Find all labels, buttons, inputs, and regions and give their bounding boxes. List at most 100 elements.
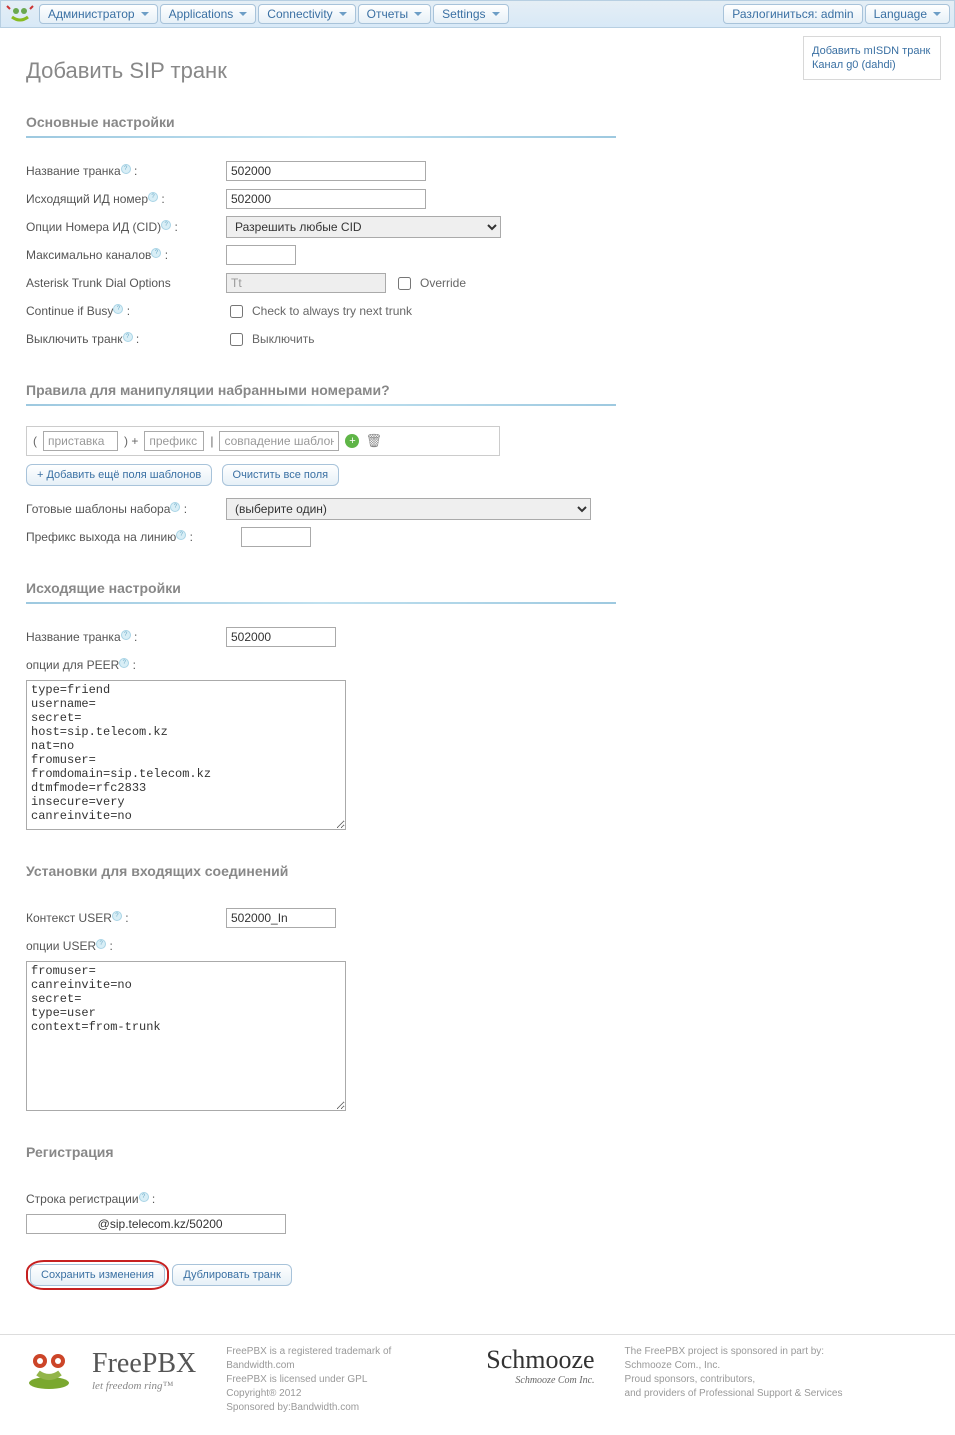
label-reg-string: Строка регистрации? : [26,1192,226,1206]
disable-trunk-checkbox[interactable] [230,333,243,346]
menu-connectivity-label: Connectivity [267,7,332,21]
menu-reports-label: Отчеты [367,7,408,21]
footer-brand-name: FreePBX [92,1348,196,1379]
footer-right-text: The FreePBX project is sponsored in part… [625,1345,843,1401]
delete-row-icon[interactable]: 🗑 [365,433,382,449]
help-icon[interactable]: ? [123,332,133,342]
caret-down-icon [492,12,500,16]
label-max-channels: Максимально каналов? : [26,248,226,262]
footer-brand-freepbx: FreePBX let freedom ring™ [14,1345,196,1394]
menu-reports[interactable]: Отчеты [358,4,431,24]
ready-templates-select[interactable]: (выберите один) [226,498,591,520]
footer-brand-schmooze: Schmooze Schmooze Com Inc. [486,1345,594,1386]
label-user-options: опции USER? : [26,939,226,953]
help-icon[interactable]: ? [119,658,129,668]
divider [26,404,616,406]
menu-connectivity[interactable]: Connectivity [258,4,355,24]
sidebar-link-misdn[interactable]: Добавить mISDN транк [812,45,932,57]
dial-prepend-input[interactable] [43,431,118,451]
label-cid-options: Опции Номера ИД (CID)? : [26,220,226,234]
section-outgoing-heading: Исходящие настройки [26,580,616,596]
override-checkbox[interactable] [398,277,411,290]
cid-options-select[interactable]: Разрешить любые CID [226,216,501,238]
caret-down-icon [141,12,149,16]
user-details-textarea[interactable]: fromuser= canreinvite=no secret= type=us… [26,961,346,1111]
clear-patterns-button[interactable]: Очистить все поля [222,464,340,486]
trunk-name-input[interactable] [226,161,426,181]
sidebar-links: Добавить mISDN транк Канал g0 (dahdi) [803,36,941,80]
add-row-icon[interactable]: + [345,434,359,448]
pipe: | [210,434,213,448]
dial-match-input[interactable] [219,431,339,451]
user-context-input[interactable] [226,908,336,928]
label-dial-options: Asterisk Trunk Dial Options [26,276,226,290]
reg-string-input[interactable] [26,1214,286,1234]
label-outgoing-cid: Исходящий ИД номер? : [26,192,226,206]
divider [26,602,616,604]
help-icon[interactable]: ? [113,304,123,314]
footer-middle-text: FreePBX is a registered trademark of Ban… [226,1345,456,1415]
menu-settings-label: Settings [442,7,485,21]
logo-icon [5,4,35,24]
override-label: Override [420,276,466,290]
caret-down-icon [239,12,247,16]
section-general-heading: Основные настройки [26,114,616,130]
add-pattern-button[interactable]: + Добавить ещё поля шаблонов [26,464,212,486]
logout-button[interactable]: Разлогиниться: admin [723,4,862,24]
menu-admin[interactable]: Администратор [39,4,158,24]
label-user-context: Контекст USER? : [26,911,226,925]
menu-applications[interactable]: Applications [160,4,257,24]
dial-pattern-row: ( ) + | + 🗑 [26,426,500,456]
label-out-prefix: Префикс выхода на линию? : [26,530,241,544]
label-ready-templates: Готовые шаблоны набора? : [26,502,226,516]
label-disable-trunk: Выключить транк? : [26,332,226,346]
logo-icon [14,1345,84,1394]
help-icon[interactable]: ? [176,530,186,540]
dial-prefix-input[interactable] [144,431,204,451]
top-navbar: Администратор Applications Connectivity … [0,0,955,28]
sidebar-link-dahdi[interactable]: Канал g0 (dahdi) [812,59,932,71]
section-dialrules-heading: Правила для манипуляции набранными номер… [26,382,616,398]
help-icon[interactable]: ? [148,192,158,202]
peer-details-textarea[interactable]: type=friend username= secret= host=sip.t… [26,680,346,830]
help-icon[interactable]: ? [151,248,161,258]
caret-down-icon [414,12,422,16]
menu-language[interactable]: Language [865,4,950,24]
label-peer-options: опции для PEER? : [26,658,226,672]
menu-applications-label: Applications [169,7,234,21]
help-icon[interactable]: ? [121,164,131,174]
help-icon[interactable]: ? [139,1192,149,1202]
continue-busy-label: Check to always try next trunk [252,304,412,318]
out-prefix-input[interactable] [241,527,311,547]
caret-down-icon [933,12,941,16]
section-registration-heading: Регистрация [26,1144,616,1160]
footer: FreePBX let freedom ring™ FreePBX is a r… [0,1334,955,1435]
trunk-name-2-input[interactable] [226,627,336,647]
outgoing-cid-input[interactable] [226,189,426,209]
footer-brand-slogan: let freedom ring™ [92,1380,196,1392]
save-button[interactable]: Сохранить изменения [30,1264,165,1286]
caret-down-icon [339,12,347,16]
section-incoming-heading: Установки для входящих соединений [26,863,616,879]
label-continue-busy: Continue if Busy? : [26,304,226,318]
help-icon[interactable]: ? [161,220,171,230]
menu-settings[interactable]: Settings [433,4,508,24]
dial-options-input[interactable] [226,273,386,293]
max-channels-input[interactable] [226,245,296,265]
page-title: Добавить SIP транк [26,58,616,84]
paren-close: ) + [124,434,138,448]
duplicate-button[interactable]: Дублировать транк [172,1264,292,1286]
menu-language-label: Language [874,7,927,21]
menu-admin-label: Администратор [48,7,135,21]
disable-trunk-label: Выключить [252,332,314,346]
help-icon[interactable]: ? [121,630,131,640]
paren-open: ( [33,434,37,448]
continue-busy-checkbox[interactable] [230,305,243,318]
main-content: Добавить SIP транк Основные настройки На… [0,28,636,1304]
divider [26,136,616,138]
help-icon[interactable]: ? [170,502,180,512]
help-icon[interactable]: ? [112,911,122,921]
label-trunk-name-2: Название транка? : [26,630,226,644]
help-icon[interactable]: ? [96,939,106,949]
help-icon[interactable]: ? [381,382,390,398]
